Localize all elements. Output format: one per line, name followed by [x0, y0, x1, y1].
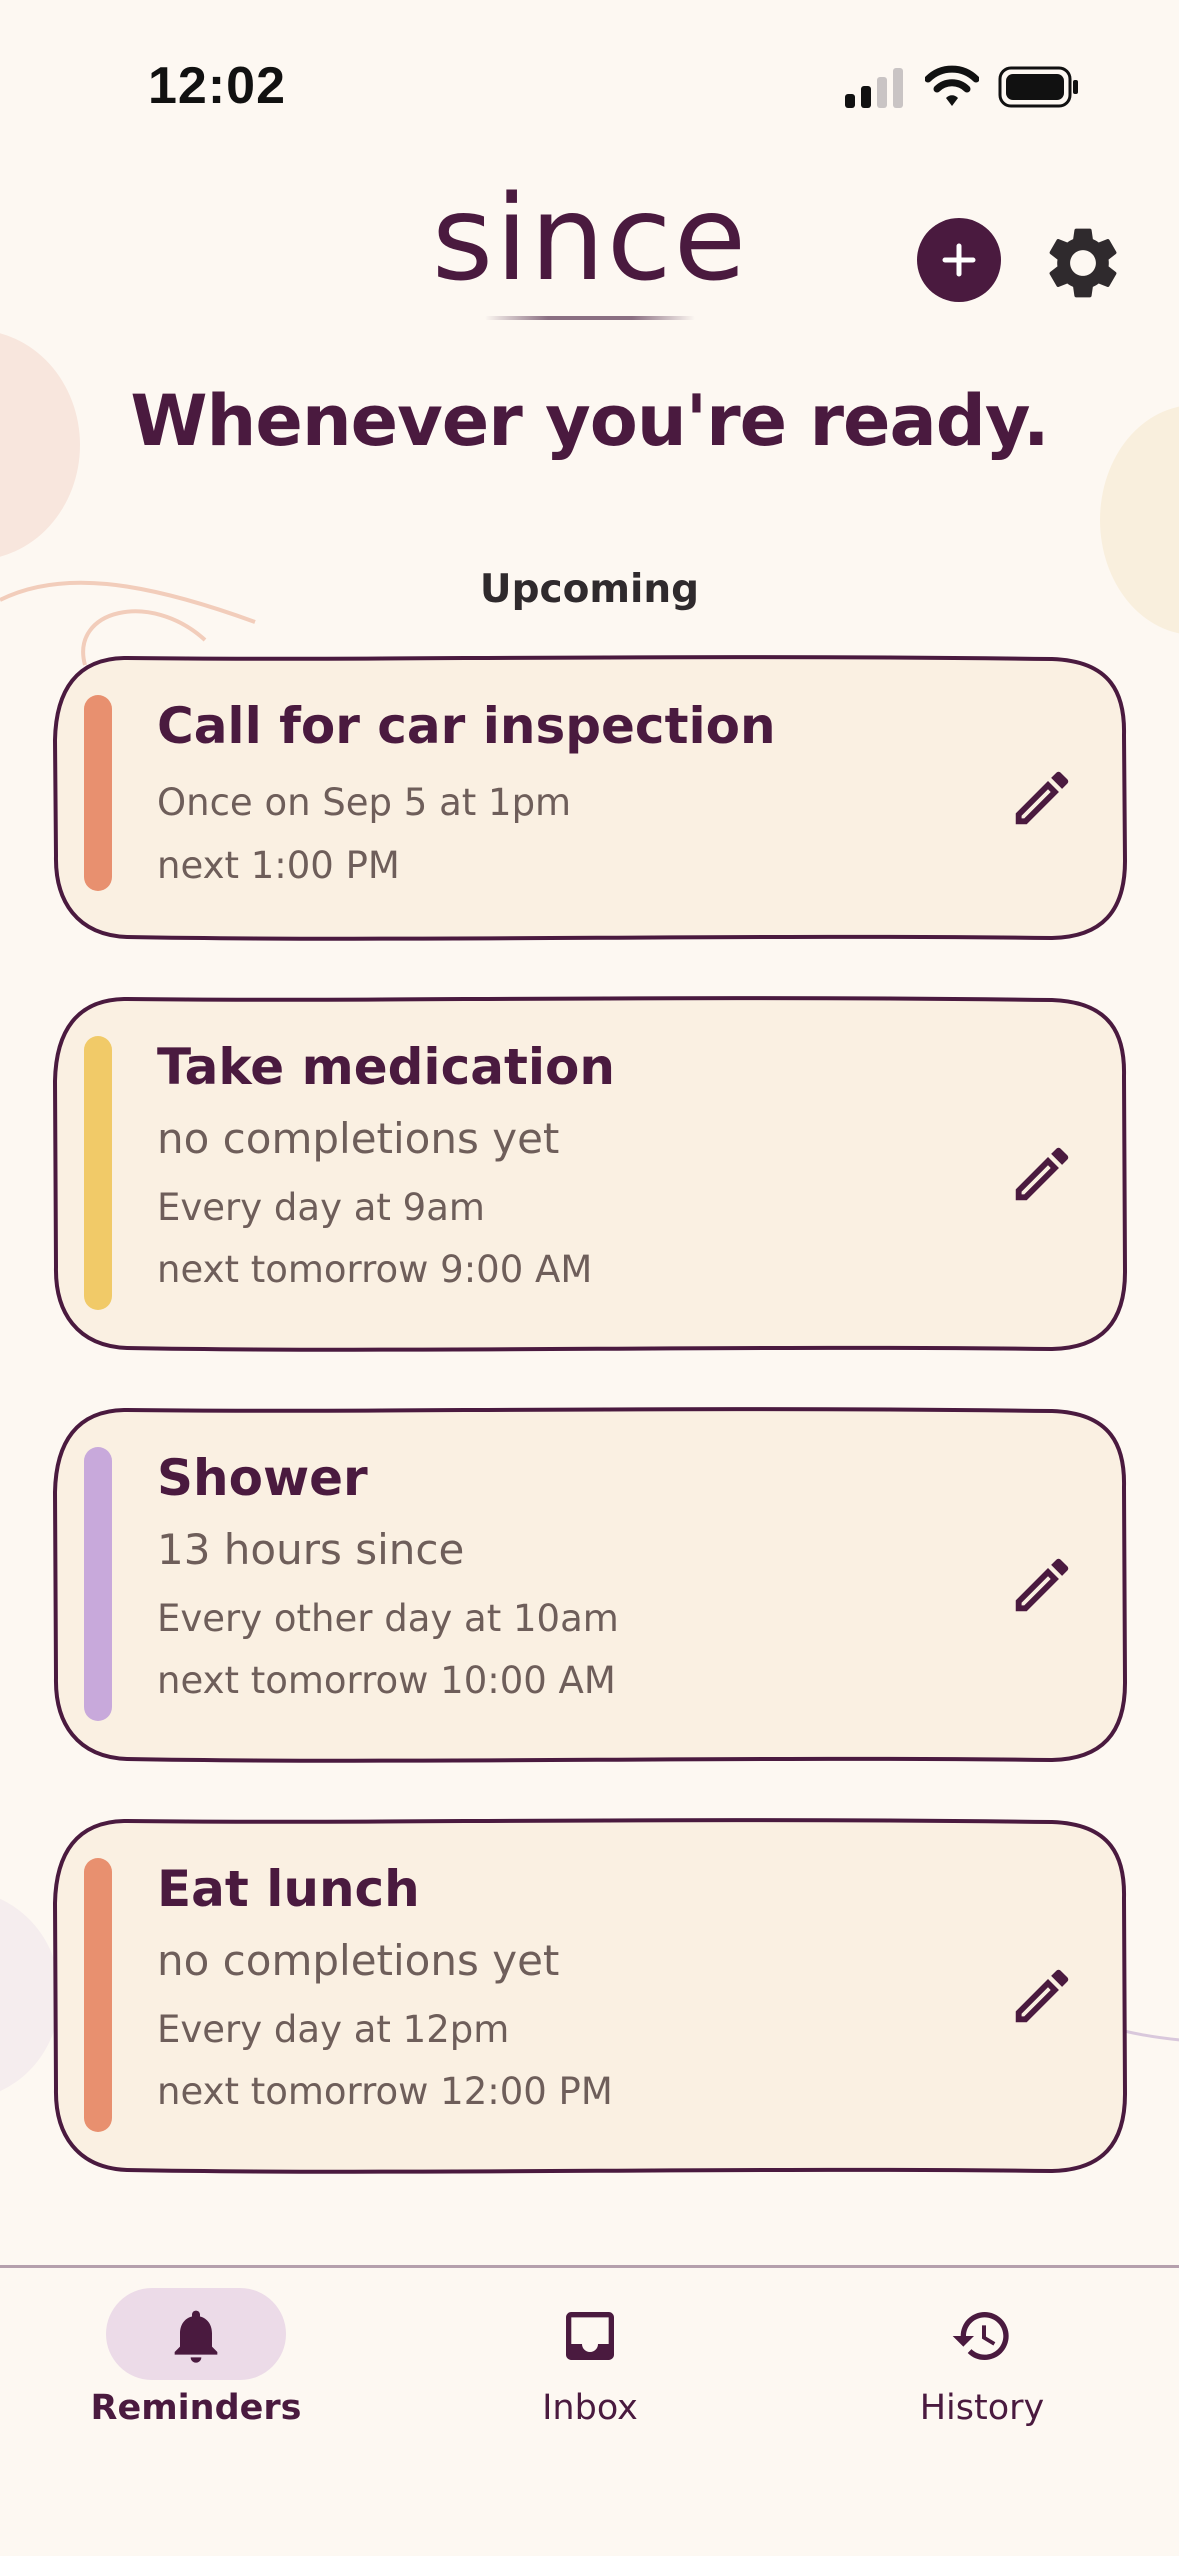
edit-pencil-icon[interactable]	[1007, 1550, 1077, 1620]
reminder-card[interactable]: Take medication no completions yet Every d…	[52, 996, 1128, 1352]
logo-underline	[485, 316, 695, 320]
app-logo: since	[431, 169, 749, 307]
reminder-card[interactable]: Call for car inspection Once on Sep 5 at …	[52, 655, 1128, 941]
nav-label-reminders: Reminders	[90, 2388, 302, 2428]
reminder-title: Eat lunch	[157, 1860, 420, 1918]
reminder-card[interactable]: Shower 13 hours since Every other day at 1…	[52, 1407, 1128, 1763]
edit-pencil-icon[interactable]	[1007, 1139, 1077, 1209]
signal-icon	[845, 68, 903, 108]
reminder-schedule-text: Every day at 12pm	[157, 2008, 510, 2051]
reminder-since-text: no completions yet	[157, 1114, 560, 1163]
add-reminder-button[interactable]	[917, 218, 1001, 302]
reminder-color-bar	[84, 1036, 112, 1310]
reminder-next-text: next 1:00 PM	[157, 844, 400, 887]
app-screen: 12:02 since Whenever you're ready. Upcom…	[0, 0, 1179, 2556]
bottom-nav: Reminders Inbox History	[0, 2268, 1179, 2556]
plus-icon	[942, 243, 976, 277]
nav-label-inbox: Inbox	[542, 2388, 638, 2428]
reminder-title: Shower	[157, 1449, 368, 1507]
reminder-schedule-text: Every other day at 10am	[157, 1597, 619, 1640]
nav-item-reminders[interactable]: Reminders	[46, 2268, 346, 2468]
battery-icon	[998, 66, 1078, 108]
reminder-schedule-text: Once on Sep 5 at 1pm	[157, 781, 572, 824]
reminder-color-bar	[84, 1858, 112, 2132]
nav-item-history[interactable]: History	[832, 2268, 1132, 2468]
reminder-since-text: 13 hours since	[157, 1525, 465, 1574]
inbox-icon	[566, 2312, 614, 2360]
wifi-icon	[925, 65, 979, 106]
reminder-color-bar	[84, 695, 112, 891]
history-icon	[952, 2312, 1009, 2360]
reminder-title: Take medication	[157, 1038, 615, 1096]
edit-pencil-icon[interactable]	[1007, 763, 1077, 833]
settings-gear-icon[interactable]	[1040, 220, 1126, 306]
reminder-next-text: next tomorrow 12:00 PM	[157, 2070, 613, 2113]
reminder-next-text: next tomorrow 9:00 AM	[157, 1248, 593, 1291]
reminder-title: Call for car inspection	[157, 697, 776, 755]
bell-icon	[174, 2310, 218, 2363]
nav-item-inbox[interactable]: Inbox	[440, 2268, 740, 2468]
decorative-blob-lilac	[0, 1890, 60, 2100]
status-time: 12:02	[148, 57, 286, 115]
reminder-since-text: no completions yet	[157, 1936, 560, 1985]
reminder-schedule-text: Every day at 9am	[157, 1186, 485, 1229]
reminder-card[interactable]: Eat lunch no completions yet Every day at …	[52, 1818, 1128, 2174]
reminder-next-text: next tomorrow 10:00 AM	[157, 1659, 616, 1702]
edit-pencil-icon[interactable]	[1007, 1961, 1077, 2031]
section-label-upcoming: Upcoming	[479, 567, 700, 612]
decorative-squiggle	[1120, 2028, 1179, 2042]
nav-label-history: History	[919, 2388, 1045, 2428]
page-headline: Whenever you're ready.	[130, 380, 1049, 462]
reminder-color-bar	[84, 1447, 112, 1721]
status-bar: 12:02	[0, 0, 1179, 170]
